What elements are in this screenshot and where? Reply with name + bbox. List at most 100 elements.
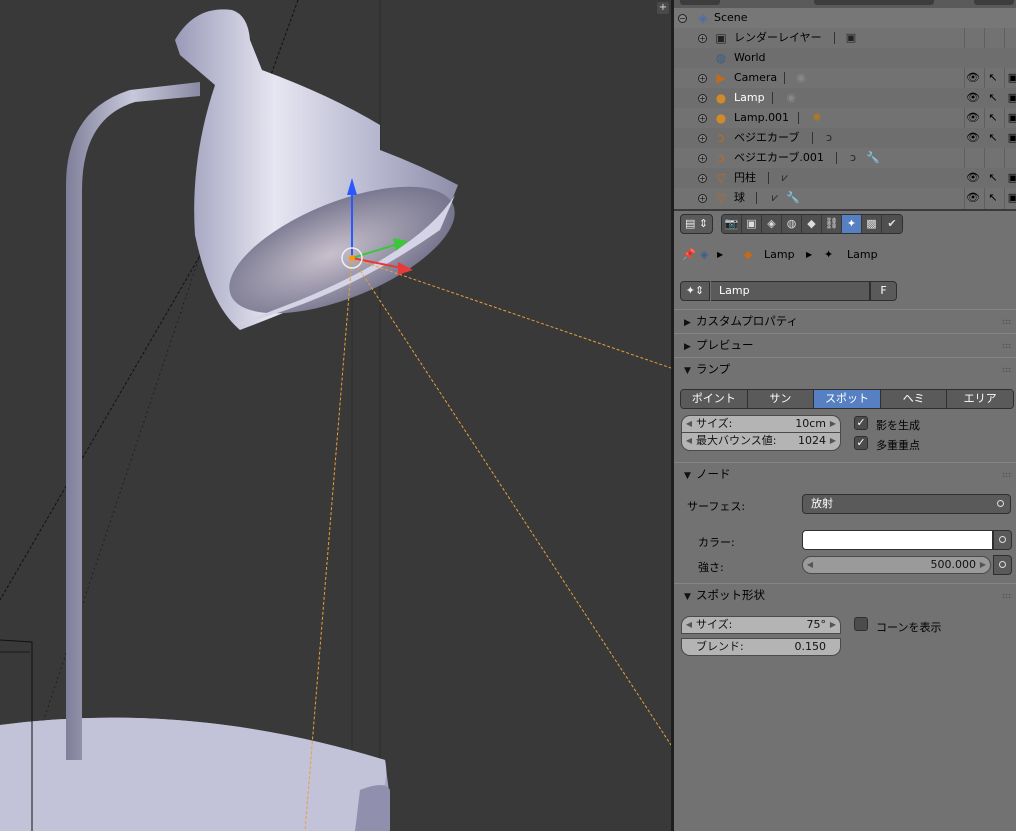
outliner-display-pill[interactable] xyxy=(814,0,934,5)
outliner-row-sphere[interactable]: + ▽ 球 ⩗ 🔧 👁 ↖ ▣ xyxy=(674,188,1016,208)
color-socket-button[interactable] xyxy=(993,530,1012,550)
panel-lamp[interactable]: ▼ ランプ xyxy=(674,357,1016,379)
increment-arrow-icon[interactable]: ▶ xyxy=(828,617,838,633)
eye-icon[interactable]: 👁 xyxy=(966,171,980,185)
decrement-arrow-icon[interactable]: ◀ xyxy=(684,617,694,633)
drag-grip-icon[interactable] xyxy=(1002,593,1012,598)
lamp-browse-icon[interactable]: ✦⇕ xyxy=(680,281,710,301)
object-tab-icon[interactable]: ◆ xyxy=(802,215,822,233)
panel-nodes[interactable]: ▼ ノード xyxy=(674,462,1016,484)
increment-arrow-icon[interactable]: ▶ xyxy=(828,416,838,432)
area-split-widget[interactable]: + xyxy=(657,2,669,14)
strength-socket-button[interactable] xyxy=(993,555,1012,575)
lamp-data-tab-icon[interactable]: ✦ xyxy=(842,215,862,233)
editor-type-selector[interactable]: ▤ ⇕ xyxy=(680,214,713,234)
curve-data-icon[interactable]: ↄ xyxy=(822,131,836,145)
increment-arrow-icon[interactable]: ▶ xyxy=(828,433,838,449)
decrement-arrow-icon[interactable]: ◀ xyxy=(805,557,815,573)
lamp-type-sun-button[interactable]: サン xyxy=(747,390,815,408)
expand-icon[interactable]: + xyxy=(698,34,707,43)
cast-shadow-checkbox[interactable]: ✓ xyxy=(854,416,868,430)
render-icon[interactable]: ▣ xyxy=(1006,111,1016,125)
lamp-type-area-button[interactable]: エリア xyxy=(947,390,1013,408)
eye-icon[interactable]: 👁 xyxy=(966,91,980,105)
expand-icon[interactable]: + xyxy=(698,134,707,143)
constraints-tab-icon[interactable]: ⛓ xyxy=(822,215,842,233)
max-bounces-field[interactable]: ◀ 最大バウンス値: 1024 ▶ xyxy=(681,433,841,451)
expand-icon[interactable]: + xyxy=(698,74,707,83)
mesh-data-icon[interactable]: ⩗ xyxy=(768,191,782,205)
drag-grip-icon[interactable] xyxy=(1002,367,1012,372)
particles-tab-icon[interactable]: ✔ xyxy=(882,215,902,233)
render-icon[interactable]: ▣ xyxy=(1006,91,1016,105)
lamp-type-point-button[interactable]: ポイント xyxy=(681,390,748,408)
texture-tab-icon[interactable]: ▩ xyxy=(862,215,882,233)
expand-icon[interactable]: + xyxy=(698,154,707,163)
lamp-data-icon[interactable]: ◉ xyxy=(784,91,798,105)
eye-icon[interactable]: 👁 xyxy=(966,131,980,145)
drag-grip-icon[interactable] xyxy=(1002,472,1012,477)
outliner-row-lamp[interactable]: + ● Lamp ◉ 👁 ↖ ▣ xyxy=(674,88,1016,108)
outliner-row-cylinder[interactable]: + ▽ 円柱 ⩗ 👁 ↖ ▣ xyxy=(674,168,1016,188)
surface-shader-dropdown[interactable]: 放射 xyxy=(802,494,1011,514)
wrench-modifier-icon[interactable]: 🔧 xyxy=(866,151,880,165)
increment-arrow-icon[interactable]: ▶ xyxy=(978,557,988,573)
eye-icon[interactable]: 👁 xyxy=(966,111,980,125)
spot-blend-field[interactable]: ブレンド: 0.150 xyxy=(681,638,841,656)
panel-preview[interactable]: ▶ プレビュー xyxy=(674,333,1016,355)
lamp-type-spot-button[interactable]: スポット xyxy=(814,390,881,408)
expand-icon[interactable]: + xyxy=(698,174,707,183)
render-tab-icon[interactable]: 📷 xyxy=(722,215,742,233)
render-icon[interactable]: ▣ xyxy=(1006,191,1016,205)
cursor-icon[interactable]: ↖ xyxy=(986,71,1000,85)
panel-spot-shape[interactable]: ▼ スポット形状 xyxy=(674,583,1016,605)
cursor-icon[interactable]: ↖ xyxy=(986,171,1000,185)
curve-data-icon[interactable]: ↄ xyxy=(846,151,860,165)
outliner-row-camera[interactable]: + ▶ Camera ◉ 👁 ↖ ▣ xyxy=(674,68,1016,88)
decrement-arrow-icon[interactable]: ◀ xyxy=(684,433,694,449)
decrement-arrow-icon[interactable]: ◀ xyxy=(684,416,694,432)
wrench-modifier-icon[interactable]: 🔧 xyxy=(786,191,800,205)
outliner-row-bezier[interactable]: + ↄ ベジエカーブ ↄ 👁 ↖ ▣ xyxy=(674,128,1016,148)
pin-icon[interactable]: 📌 xyxy=(682,246,696,264)
multiple-importance-checkbox[interactable]: ✓ xyxy=(854,436,868,450)
drag-grip-icon[interactable] xyxy=(1002,343,1012,348)
render-layers-tab-icon[interactable]: ▣ xyxy=(742,215,762,233)
lamp-size-field[interactable]: ◀ サイズ: 10cm ▶ xyxy=(681,415,841,433)
fake-user-button[interactable]: F xyxy=(870,281,897,301)
outliner-search-pill[interactable] xyxy=(974,0,1014,5)
outliner-row-scene[interactable]: − ◈ Scene xyxy=(674,8,1016,28)
world-tab-icon[interactable]: ◍ xyxy=(782,215,802,233)
render-icon[interactable]: ▣ xyxy=(1006,71,1016,85)
scene-tab-icon[interactable]: ◈ xyxy=(762,215,782,233)
eye-icon[interactable]: 👁 xyxy=(966,191,980,205)
eye-icon[interactable]: 👁 xyxy=(966,71,980,85)
3d-viewport[interactable]: + xyxy=(0,0,671,831)
cursor-icon[interactable]: ↖ xyxy=(986,91,1000,105)
panel-custom-properties[interactable]: ▶ カスタムプロパティ xyxy=(674,309,1016,331)
expand-icon[interactable]: + xyxy=(698,114,707,123)
outliner-row-bezier001[interactable]: + ↄ ベジエカーブ.001 ↄ 🔧 xyxy=(674,148,1016,168)
outliner-menu-pill[interactable] xyxy=(680,0,720,5)
outliner-row-render-layers[interactable]: + ▣ レンダーレイヤー ▣ xyxy=(674,28,1016,48)
expand-icon[interactable]: + xyxy=(698,94,707,103)
expand-icon[interactable]: + xyxy=(698,194,707,203)
lamp-type-hemi-button[interactable]: ヘミ xyxy=(880,390,948,408)
collapse-icon[interactable]: − xyxy=(678,14,687,23)
spot-size-field[interactable]: ◀ サイズ: 75° ▶ xyxy=(681,616,841,634)
cursor-icon[interactable]: ↖ xyxy=(986,131,1000,145)
mesh-data-icon[interactable]: ⩗ xyxy=(778,171,792,185)
strength-field[interactable]: ◀ 500.000 ▶ xyxy=(802,556,991,574)
show-cone-checkbox[interactable] xyxy=(854,617,868,631)
cursor-icon[interactable]: ↖ xyxy=(986,111,1000,125)
camera-data-icon[interactable]: ◉ xyxy=(794,71,808,85)
cursor-icon[interactable]: ↖ xyxy=(986,191,1000,205)
lamp-name-field[interactable]: Lamp xyxy=(711,281,870,301)
render-icon[interactable]: ▣ xyxy=(1006,131,1016,145)
render-icon[interactable]: ▣ xyxy=(1006,171,1016,185)
outliner-row-world[interactable]: ◍ World xyxy=(674,48,1016,68)
drag-grip-icon[interactable] xyxy=(1002,319,1012,324)
sun-data-icon[interactable]: ✺ xyxy=(810,111,824,125)
color-swatch[interactable] xyxy=(802,530,993,550)
outliner-row-lamp001[interactable]: + ● Lamp.001 ✺ 👁 ↖ ▣ xyxy=(674,108,1016,128)
